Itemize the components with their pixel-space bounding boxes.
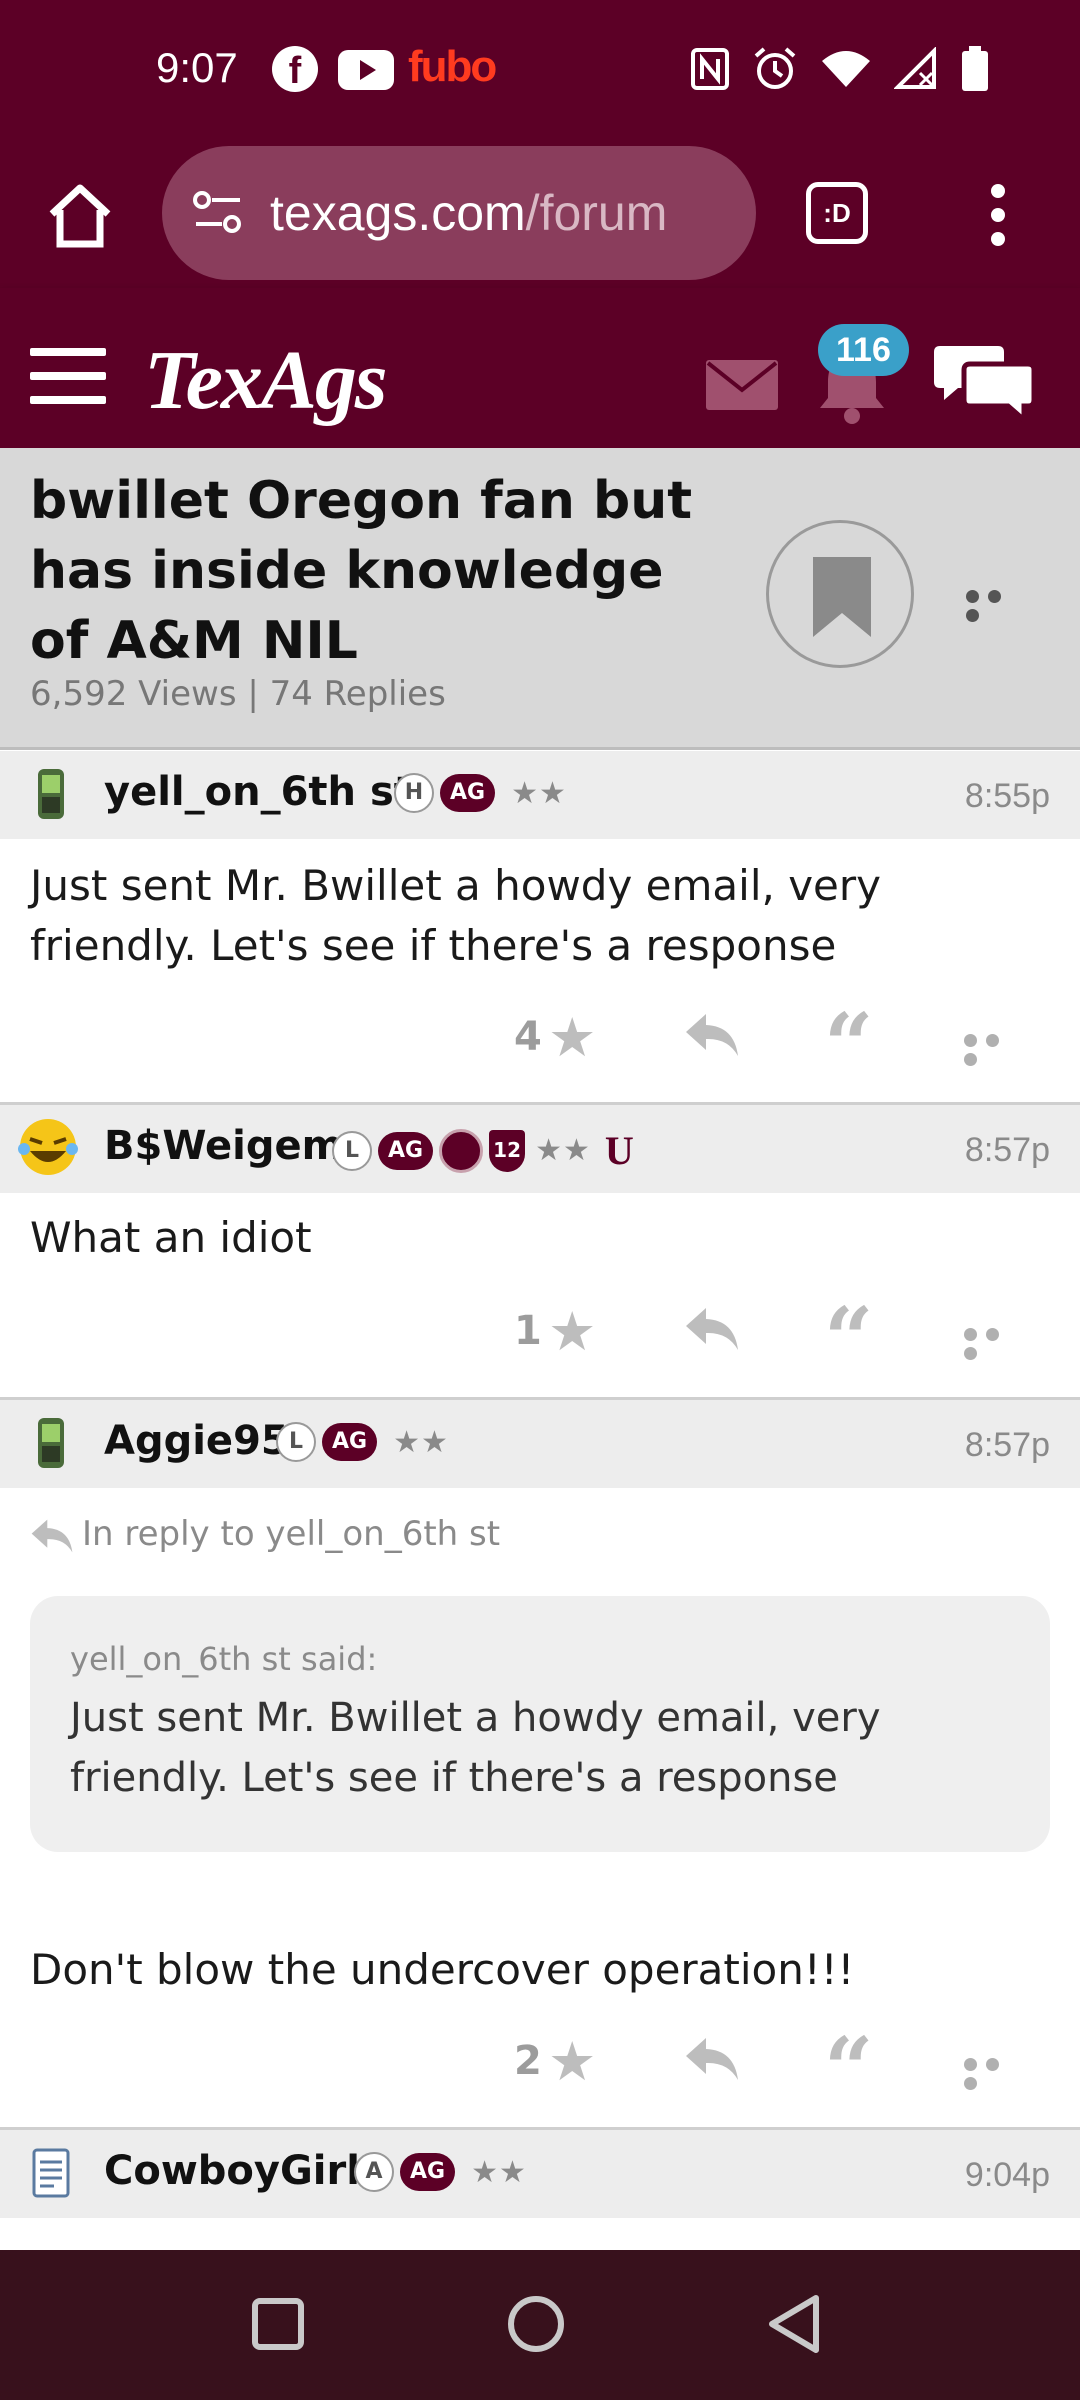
post-body: What an idiot	[30, 1213, 312, 1262]
url-host: texags.com	[270, 185, 526, 241]
user-stars: ★★	[393, 1424, 449, 1460]
home-icon	[49, 184, 111, 248]
status-time: 9:07	[156, 44, 238, 91]
home-button[interactable]	[44, 180, 116, 252]
badge-h: H	[394, 773, 434, 813]
notification-badge: 116	[818, 324, 909, 376]
post-more-button[interactable]	[964, 2056, 1024, 2090]
user-badges: H AG ★★	[394, 773, 567, 813]
quote-icon[interactable]: “	[824, 1003, 873, 1089]
post-time: 9:04p	[964, 2156, 1050, 2194]
nfc-icon	[691, 48, 729, 90]
post-header: B$Weigem L AG 12 ★★ U 8:57p	[0, 1105, 1080, 1193]
post-actions: 1 ★ “	[0, 1297, 1080, 1383]
quote-text: Just sent Mr. Bwillet a howdy email, ver…	[70, 1695, 881, 1801]
post-actions: 2 ★ “	[0, 2027, 1080, 2113]
post-more-button[interactable]	[964, 1326, 1024, 1360]
hamburger-menu-icon[interactable]	[30, 348, 106, 404]
user-stars: ★★	[535, 1133, 591, 1168]
post-username[interactable]: B$Weigem	[104, 1123, 343, 1169]
reply-to-link[interactable]: In reply to yell_on_6th st	[30, 1514, 500, 1554]
user-stars: ★★	[471, 2154, 527, 2190]
post-time: 8:57p	[964, 1426, 1050, 1464]
back-icon[interactable]	[764, 2292, 824, 2356]
post-actions: 4 ★ “	[0, 1003, 1080, 1089]
star-count: 1	[514, 1308, 542, 1354]
avatar[interactable]	[24, 1416, 78, 1470]
ring-badge-icon	[439, 1128, 484, 1173]
post-time: 8:55p	[964, 777, 1050, 815]
reply-icon[interactable]	[684, 2036, 740, 2082]
notepad-avatar-icon[interactable]	[24, 2146, 78, 2200]
post-username[interactable]: CowboyGirl	[104, 2148, 360, 2194]
thread-more-button[interactable]	[966, 588, 1030, 622]
status-bar: 9:07 f fubo	[0, 0, 1080, 140]
star-icon[interactable]: ★	[548, 1300, 596, 1363]
url-text[interactable]: texags.com/forum	[270, 184, 740, 242]
reply-to-text: In reply to yell_on_6th st	[82, 1514, 501, 1554]
youtube-icon	[338, 50, 394, 90]
thread-stats: 6,592 Views | 74 Replies	[30, 674, 446, 714]
quote-block: yell_on_6th st said: Just sent Mr. Bwill…	[30, 1596, 1050, 1852]
user-stars: ★★	[511, 775, 567, 811]
bookmark-button[interactable]	[766, 520, 914, 668]
badge-a: A	[354, 2152, 394, 2192]
post-username[interactable]: Aggie95	[104, 1418, 289, 1464]
site-header: TexAgs 116	[0, 288, 1080, 448]
laughing-avatar-icon[interactable]	[16, 1115, 80, 1179]
post-header: yell_on_6th st H AG ★★ 8:55p	[0, 751, 1080, 839]
home-nav-button[interactable]	[508, 2296, 564, 2352]
badge-l: L	[332, 1130, 372, 1171]
system-icons	[690, 46, 990, 92]
user-badges: L AG 12 ★★ U	[332, 1127, 634, 1174]
thread-header: bwillet Oregon fan but has inside knowle…	[0, 448, 1080, 750]
post-body: Just sent Mr. Bwillet a howdy email, ver…	[30, 861, 882, 970]
post-more-button[interactable]	[964, 1032, 1024, 1066]
thread-title: bwillet Oregon fan but has inside knowle…	[30, 471, 693, 671]
battery-icon	[962, 46, 988, 91]
fubo-icon: fubo	[408, 42, 497, 91]
quote-icon[interactable]: “	[824, 2027, 873, 2113]
url-path: /forum	[525, 185, 668, 241]
star-count: 4	[514, 1014, 542, 1060]
signal-icon	[894, 47, 936, 89]
reply-icon[interactable]	[684, 1306, 740, 1352]
post-time: 8:57p	[964, 1131, 1050, 1169]
user-badges: A AG ★★	[354, 2152, 527, 2192]
system-nav-bar	[0, 2250, 1080, 2400]
quote-author: yell_on_6th st said:	[70, 1640, 378, 1678]
tab-switcher-button[interactable]: :D	[806, 182, 868, 244]
badge-u: U	[604, 1128, 634, 1173]
alarm-icon	[754, 47, 796, 89]
reply-icon	[31, 1519, 73, 1552]
browser-toolbar: texags.com/forum :D	[0, 140, 1080, 288]
post-body: Don't blow the undercover operation!!!	[30, 1945, 855, 1994]
star-icon[interactable]: ★	[548, 1006, 596, 1069]
wifi-icon	[822, 51, 870, 87]
post-header: CowboyGirl A AG ★★ 9:04p	[0, 2130, 1080, 2218]
reply-icon[interactable]	[684, 1012, 740, 1058]
mail-icon[interactable]	[706, 360, 778, 410]
bookmark-icon	[813, 557, 871, 637]
site-logo[interactable]: TexAgs	[144, 332, 388, 429]
star-icon[interactable]: ★	[548, 2030, 596, 2093]
recents-button[interactable]	[252, 2298, 304, 2350]
badge-ag: AG	[378, 1131, 434, 1170]
star-count: 2	[514, 2038, 542, 2084]
site-settings-icon[interactable]	[192, 190, 244, 236]
badge-12th-man: 12	[489, 1129, 526, 1172]
post-username[interactable]: yell_on_6th st	[104, 769, 413, 815]
badge-ag: AG	[322, 1423, 378, 1461]
address-bar[interactable]: texags.com/forum	[162, 146, 756, 280]
avatar[interactable]	[24, 767, 78, 821]
quote-icon[interactable]: “	[824, 1297, 873, 1383]
badge-l: L	[276, 1422, 316, 1462]
browser-menu-button[interactable]	[990, 184, 1006, 246]
user-badges: L AG ★★	[276, 1422, 449, 1462]
chat-icon[interactable]	[934, 338, 1034, 424]
badge-ag: AG	[440, 774, 496, 812]
post-header: Aggie95 L AG ★★ 8:57p	[0, 1400, 1080, 1488]
badge-ag: AG	[400, 2153, 456, 2191]
facebook-icon: f	[272, 46, 318, 92]
